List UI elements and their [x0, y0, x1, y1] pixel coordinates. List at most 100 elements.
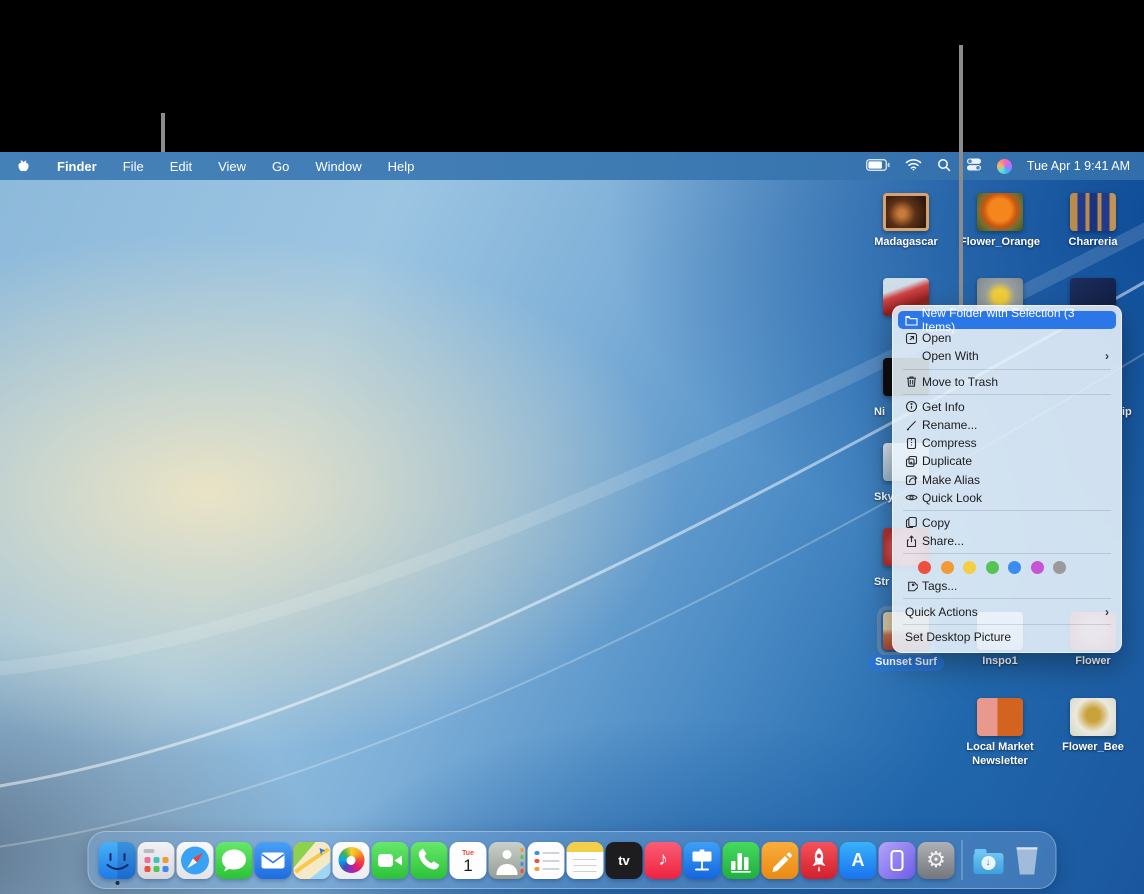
menu-edit[interactable]: Edit — [170, 159, 192, 174]
trash-icon — [905, 375, 922, 388]
dock-item-facetime[interactable] — [371, 842, 410, 879]
copy-icon — [905, 516, 922, 529]
dock-item-trash[interactable] — [1008, 842, 1047, 879]
tag-red[interactable] — [918, 561, 931, 574]
downloads-folder-icon: ↓ — [970, 842, 1007, 879]
siri-icon[interactable] — [997, 159, 1012, 174]
menu-item-make-alias[interactable]: Make Alias — [898, 471, 1116, 489]
dock-item-iphone-mirroring[interactable] — [878, 842, 917, 879]
wifi-icon[interactable] — [905, 158, 922, 174]
control-center-icon[interactable] — [966, 158, 982, 174]
dock-item-apple-tv[interactable]: tv — [605, 842, 644, 879]
desktop-icon-flower-orange[interactable]: Flower_Orange — [956, 193, 1044, 250]
phone-icon — [411, 842, 448, 879]
menu-item-new-folder-with-selection[interactable]: New Folder with Selection (3 Items) — [898, 311, 1116, 329]
menu-item-compress[interactable]: Compress — [898, 434, 1116, 452]
apple-menu-icon[interactable] — [16, 158, 31, 175]
dock-item-keynote[interactable] — [683, 842, 722, 879]
menu-item-rename[interactable]: Rename... — [898, 416, 1116, 434]
menubar-clock[interactable]: Tue Apr 1 9:41 AM — [1027, 159, 1130, 173]
menu-separator — [903, 510, 1111, 511]
tag-orange[interactable] — [941, 561, 954, 574]
menu-item-move-to-trash[interactable]: Move to Trash — [898, 373, 1116, 391]
menu-window[interactable]: Window — [315, 159, 361, 174]
menu-help[interactable]: Help — [388, 159, 415, 174]
menu-item-duplicate[interactable]: Duplicate — [898, 452, 1116, 470]
menu-separator — [903, 624, 1111, 625]
dock-item-maps[interactable] — [293, 842, 332, 879]
dock-item-finder[interactable] — [98, 842, 137, 879]
menu-separator — [903, 394, 1111, 395]
menu-separator — [903, 369, 1111, 370]
dock-item-numbers[interactable] — [722, 842, 761, 879]
flower-orange-thumbnail — [977, 193, 1023, 231]
menu-bar: Finder File Edit View Go Window Help Tue… — [0, 152, 1144, 180]
menu-item-open-with[interactable]: Open With › — [898, 347, 1116, 365]
spotlight-search-icon[interactable] — [937, 158, 951, 175]
tag-color-row — [893, 557, 1121, 577]
desktop-icon-label: Flower_Bee — [1062, 741, 1124, 755]
desktop-icon-label: Madagascar — [874, 236, 938, 250]
menu-item-set-desktop-picture[interactable]: Set Desktop Picture — [898, 628, 1116, 646]
dock-item-calendar[interactable]: Tue 1 — [449, 842, 488, 879]
desktop-icon-flower-bee[interactable]: Flower_Bee — [1049, 698, 1137, 755]
dock-item-games[interactable] — [800, 842, 839, 879]
duplicate-icon — [905, 455, 922, 468]
menu-item-quick-look[interactable]: Quick Look — [898, 489, 1116, 507]
pages-icon — [762, 842, 799, 879]
dock-item-launchpad[interactable] — [137, 842, 176, 879]
tag-icon — [905, 580, 922, 593]
desktop-icon-madagascar[interactable]: Madagascar — [862, 193, 950, 250]
app-store-icon: A — [840, 842, 877, 879]
messages-icon — [216, 842, 253, 879]
tag-gray[interactable] — [1053, 561, 1066, 574]
menu-item-get-info[interactable]: Get Info — [898, 398, 1116, 416]
dock-item-photos[interactable] — [332, 842, 371, 879]
dock-item-safari[interactable] — [176, 842, 215, 879]
notes-icon — [567, 842, 604, 879]
menu-separator — [903, 598, 1111, 599]
dock-item-notes[interactable] — [566, 842, 605, 879]
menu-item-quick-actions[interactable]: Quick Actions › — [898, 602, 1116, 620]
partial-label-ni: Ni — [874, 406, 885, 418]
menu-view[interactable]: View — [218, 159, 246, 174]
finder-running-indicator — [115, 881, 119, 885]
games-rocket-icon — [801, 842, 838, 879]
dock-item-system-settings[interactable]: ⚙ — [917, 842, 956, 879]
tag-purple[interactable] — [1031, 561, 1044, 574]
menu-item-copy[interactable]: Copy — [898, 514, 1116, 532]
charreria-thumbnail — [1070, 193, 1116, 231]
dock-item-downloads[interactable]: ↓ — [969, 842, 1008, 879]
battery-icon[interactable] — [866, 159, 890, 174]
dock-item-reminders[interactable] — [527, 842, 566, 879]
dock-item-messages[interactable] — [215, 842, 254, 879]
menu-item-tags[interactable]: Tags... — [898, 577, 1116, 595]
desktop-icon-label: Charreria — [1069, 236, 1118, 250]
dock-item-contacts[interactable] — [488, 842, 527, 879]
submenu-arrow-icon: › — [1105, 605, 1109, 619]
menu-item-share[interactable]: Share... — [898, 532, 1116, 550]
keynote-icon — [684, 842, 721, 879]
partial-label-sky: Sky — [874, 491, 894, 503]
dock: Tue 1 tv ♪ — [88, 831, 1057, 889]
dock-item-music[interactable]: ♪ — [644, 842, 683, 879]
photos-icon — [333, 842, 370, 879]
new-folder-icon — [905, 314, 922, 327]
tag-green[interactable] — [986, 561, 999, 574]
menu-go[interactable]: Go — [272, 159, 289, 174]
tag-blue[interactable] — [1008, 561, 1021, 574]
tag-yellow[interactable] — [963, 561, 976, 574]
dock-item-pages[interactable] — [761, 842, 800, 879]
open-icon — [905, 332, 922, 345]
desktop-icon-charreria[interactable]: Charreria — [1049, 193, 1137, 250]
menu-finder[interactable]: Finder — [57, 159, 97, 174]
menu-file[interactable]: File — [123, 159, 144, 174]
dock-divider — [962, 840, 963, 880]
dock-item-phone[interactable] — [410, 842, 449, 879]
dock-item-app-store[interactable]: A — [839, 842, 878, 879]
desktop-icon-local-market-newsletter[interactable]: Local Market Newsletter — [956, 698, 1044, 769]
newsletter-thumbnail — [977, 698, 1023, 736]
desktop-icon-label-selected: Sunset Surf — [868, 655, 944, 671]
system-settings-gear-icon: ⚙ — [918, 842, 955, 879]
dock-item-mail[interactable] — [254, 842, 293, 879]
